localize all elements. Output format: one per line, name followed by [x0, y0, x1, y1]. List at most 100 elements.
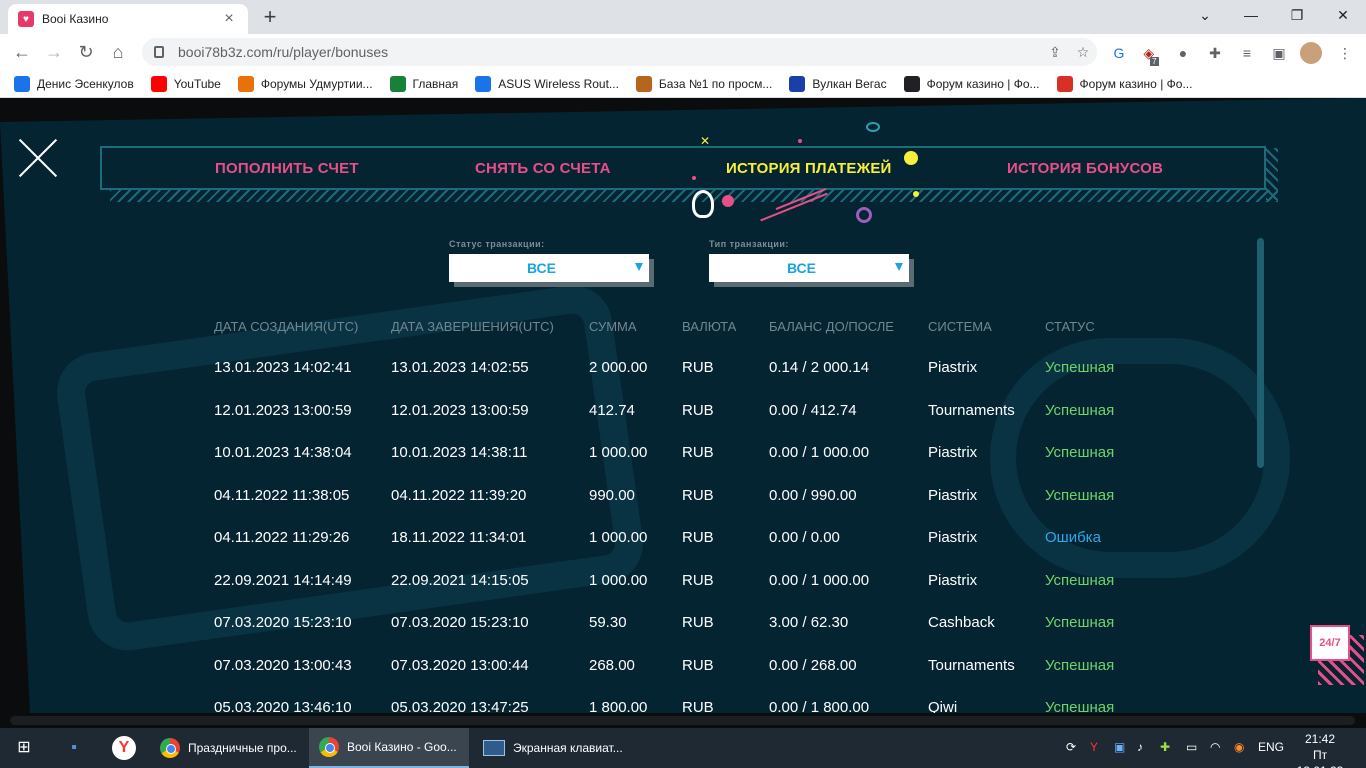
type-filter-value: ВСЕ — [786, 260, 817, 276]
yandex-browser-icon[interactable]: Y — [112, 736, 136, 760]
profile-avatar[interactable] — [1300, 42, 1322, 64]
home-button[interactable]: ⌂ — [106, 40, 130, 64]
tray-battery-icon[interactable]: ▭ — [1186, 740, 1197, 754]
back-button[interactable]: ← — [10, 40, 34, 64]
clock-date: Пт 13.01.23 — [1297, 748, 1344, 768]
cell-balance: 0.00 / 1 000.00 — [769, 571, 870, 589]
cell-status: Успешная — [1045, 486, 1115, 504]
horizontal-scrollbar-thumb[interactable] — [10, 716, 1355, 725]
header-system: СИСТЕМА — [928, 319, 992, 334]
cell-system: Piastrix — [928, 486, 978, 504]
tray-plus-icon[interactable]: ✚ — [1160, 740, 1170, 754]
windows-start-icon[interactable]: ⊞ — [12, 736, 36, 760]
bookmark-item[interactable]: YouTube — [150, 75, 221, 92]
panel-scrollbar[interactable] — [1257, 238, 1264, 468]
tray-wifi-icon[interactable]: ◠ — [1210, 740, 1220, 754]
mascot-icon — [692, 190, 714, 218]
lock-icon[interactable] — [154, 46, 164, 58]
side-panel-icon[interactable]: ▣ — [1268, 42, 1290, 64]
clock-time: 21:42 — [1304, 732, 1336, 746]
cell-created-date: 10.01.2023 14:38:04 — [214, 444, 352, 461]
share-icon[interactable]: ⇪ — [1041, 44, 1069, 61]
tray-app-icon[interactable]: ▣ — [1114, 740, 1125, 754]
bookmark-favicon-icon — [635, 75, 652, 92]
cell-currency: RUB — [682, 614, 714, 631]
system-clock[interactable]: 21:42 Пт 13.01.23 — [1290, 731, 1350, 768]
taskbar-app-chrome-holidays[interactable]: Праздничные про... — [150, 728, 305, 768]
header-status: СТАТУС — [1045, 319, 1095, 334]
extensions-puzzle-icon[interactable]: ✚ — [1204, 42, 1226, 64]
omnibox[interactable]: booi78b3z.com/ru/player/bonuses ⇪ ☆ — [142, 38, 1097, 66]
horizontal-scrollbar[interactable] — [0, 713, 1366, 728]
new-tab-button[interactable]: + — [258, 5, 282, 29]
cell-amount: 1 800.00 — [589, 699, 648, 713]
cell-status: Ошибка — [1045, 529, 1101, 546]
taskbar-app-chrome-booi[interactable]: Booi Казино - Goo... — [309, 728, 469, 768]
status-filter-select[interactable]: ВСЕ — [449, 254, 649, 282]
booi-favicon-icon: ♥ — [18, 11, 34, 27]
tab-withdraw[interactable]: СНЯТЬ СО СЧЕТА — [475, 160, 611, 177]
bookmark-item[interactable]: База №1 по просм... — [635, 75, 773, 92]
cell-created-date: 12.01.2023 13:00:59 — [214, 401, 352, 419]
extension-shield-icon[interactable]: ◈7 — [1142, 42, 1164, 66]
language-indicator[interactable]: ENG — [1258, 740, 1284, 754]
browser-tab[interactable]: ♥ Booi Казино × — [8, 4, 248, 34]
taskbar-app-label: Праздничные про... — [188, 741, 297, 755]
tab-deposit[interactable]: ПОПОЛНИТЬ СЧЕТ — [215, 160, 359, 177]
windows-taskbar: ⊞ ▪ Y Праздничные про... Booi Казино - G… — [0, 728, 1366, 768]
cell-status: Успешная — [1045, 571, 1115, 589]
cell-balance: 3.00 / 62.30 — [769, 614, 849, 631]
bookmark-item[interactable]: Форумы Удмуртии... — [237, 75, 373, 92]
bookmark-item[interactable]: ASUS Wireless Rout... — [475, 75, 619, 92]
cell-status: Успешная — [1045, 444, 1115, 461]
translate-icon[interactable]: G — [1108, 42, 1130, 64]
save-floppy-icon[interactable]: ▪ — [62, 736, 86, 760]
cell-status: Успешная — [1045, 401, 1115, 419]
bookmark-item[interactable]: Форум казино | Фо... — [1056, 75, 1192, 92]
tray-rss-icon[interactable]: ◉ — [1234, 740, 1244, 754]
cell-created-date: 13.01.2023 14:02:41 — [214, 359, 352, 376]
close-tab-icon[interactable]: × — [220, 10, 238, 28]
tray-volume-icon[interactable]: ♪ — [1137, 740, 1143, 754]
browser-menu-icon[interactable]: ⋮ — [1334, 42, 1356, 64]
tab-bonus-history[interactable]: ИСТОРИЯ БОНУСОВ — [1007, 160, 1163, 177]
restore-button[interactable]: ❐ — [1274, 0, 1320, 30]
tab-search-chevron-icon[interactable]: ⌄ — [1182, 0, 1228, 30]
minimize-button[interactable]: — — [1228, 0, 1274, 30]
tray-yandex-icon[interactable]: Y — [1090, 740, 1098, 754]
bookmark-item[interactable]: Форум казино | Фо... — [903, 75, 1040, 92]
bookmark-star-icon[interactable]: ☆ — [1069, 44, 1097, 61]
cell-system: Piastrix — [928, 359, 978, 376]
media-control-icon[interactable]: ≡ — [1236, 42, 1258, 64]
tray-network-activity-icon[interactable]: ⟳ — [1066, 740, 1076, 754]
close-panel-button[interactable] — [18, 138, 58, 178]
bookmark-label: База №1 по просм... — [658, 76, 773, 91]
type-filter-select[interactable]: ВСЕ — [709, 254, 909, 282]
cell-balance: 0.00 / 990.00 — [769, 486, 857, 504]
cell-currency: RUB — [682, 359, 714, 376]
bookmark-item[interactable]: Вулкан Вегас — [789, 75, 887, 92]
tab-payment-history[interactable]: ИСТОРИЯ ПЛАТЕЖЕЙ — [726, 160, 892, 177]
extension-planet-icon[interactable]: ● — [1172, 42, 1194, 64]
cell-balance: 0.00 / 1 000.00 — [769, 444, 870, 461]
reload-button[interactable]: ↻ — [74, 40, 98, 64]
background-mascot-shape — [990, 338, 1290, 578]
cell-status: Успешная — [1045, 614, 1115, 631]
bookmark-item[interactable]: Главная — [389, 75, 458, 92]
bookmark-favicon-icon — [789, 75, 806, 92]
bookmark-label: Вулкан Вегас — [812, 76, 887, 91]
taskbar-app-onscreen-keyboard[interactable]: Экранная клавиат... — [473, 728, 628, 768]
bookmark-item[interactable]: Денис Эсенкулов — [14, 75, 134, 92]
taskbar-app-label: Экранная клавиат... — [513, 741, 623, 755]
bookmark-favicon-icon — [237, 75, 254, 92]
tabs-side-decoration — [1266, 148, 1278, 200]
cell-balance: 0.00 / 1 800.00 — [769, 699, 870, 713]
support-chat-button[interactable]: 24/7 — [1310, 625, 1350, 661]
status-filter-value: ВСЕ — [526, 260, 557, 276]
forward-button[interactable]: → — [42, 40, 66, 64]
url-text[interactable]: booi78b3z.com/ru/player/bonuses — [178, 44, 1041, 60]
confetti-dot — [692, 176, 696, 180]
type-filter-label: Тип транзакции: — [709, 239, 789, 249]
close-window-button[interactable]: ✕ — [1320, 0, 1366, 30]
confetti-cross-icon: ✕ — [700, 134, 711, 148]
